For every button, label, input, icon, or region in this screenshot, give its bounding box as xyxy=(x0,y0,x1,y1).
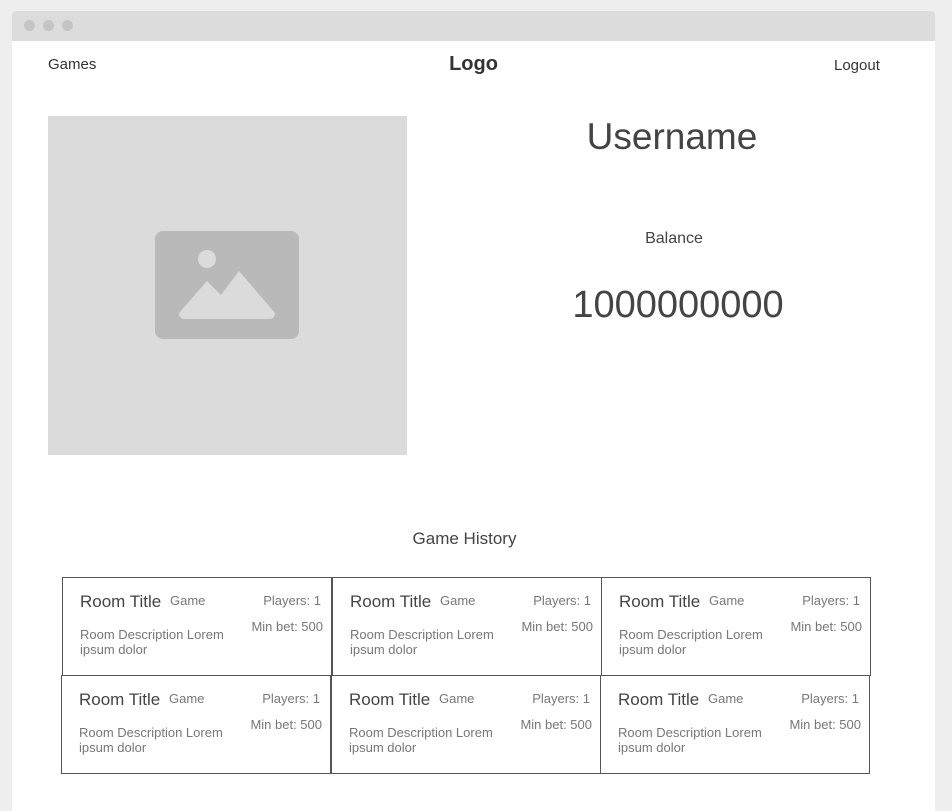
room-card[interactable]: Room Title Game Players: 1 Min bet: 500 … xyxy=(332,577,602,676)
room-game: Game xyxy=(708,691,744,706)
room-min-bet: Min bet: 500 xyxy=(521,619,593,634)
window-maximize-dot[interactable] xyxy=(62,20,73,31)
window-titlebar xyxy=(12,11,935,41)
room-game: Game xyxy=(439,691,475,706)
room-card[interactable]: Room Title Game Players: 1 Min bet: 500 … xyxy=(331,675,601,774)
room-min-bet: Min bet: 500 xyxy=(250,717,322,732)
room-min-bet: Min bet: 500 xyxy=(789,717,861,732)
site-logo[interactable]: Logo xyxy=(12,53,935,76)
profile-avatar xyxy=(48,116,407,455)
window-minimize-dot[interactable] xyxy=(43,20,54,31)
room-min-bet: Min bet: 500 xyxy=(520,717,592,732)
room-game: Game xyxy=(709,593,745,608)
balance-value: 1000000000 xyxy=(572,284,784,326)
image-placeholder-icon xyxy=(155,231,299,339)
room-title: Room Title xyxy=(618,690,700,709)
room-description: Room Description Lorem ipsum dolor xyxy=(350,627,494,657)
room-players: Players: 1 xyxy=(802,593,860,608)
room-title: Room Title xyxy=(350,592,432,611)
room-card[interactable]: Room Title Game Players: 1 Min bet: 500 … xyxy=(61,675,331,774)
room-card[interactable]: Room Title Game Players: 1 Min bet: 500 … xyxy=(600,675,870,774)
room-min-bet: Min bet: 500 xyxy=(251,619,323,634)
game-history-heading: Game History xyxy=(412,529,517,548)
room-game: Game xyxy=(440,593,476,608)
room-title: Room Title xyxy=(79,690,161,709)
room-min-bet: Min bet: 500 xyxy=(790,619,862,634)
room-players: Players: 1 xyxy=(533,593,591,608)
room-card[interactable]: Room Title Game Players: 1 Min bet: 500 … xyxy=(62,577,332,676)
room-game: Game xyxy=(169,691,205,706)
balance-label: Balance xyxy=(645,230,703,247)
window-close-dot[interactable] xyxy=(24,20,35,31)
room-game: Game xyxy=(170,593,206,608)
room-title: Room Title xyxy=(619,592,701,611)
room-card[interactable]: Room Title Game Players: 1 Min bet: 500 … xyxy=(601,577,871,676)
browser-window: Games Logo Logout Username Balance 10000… xyxy=(12,11,935,811)
room-description: Room Description Lorem ipsum dolor xyxy=(80,627,224,657)
room-players: Players: 1 xyxy=(263,593,321,608)
room-players: Players: 1 xyxy=(801,691,859,706)
room-description: Room Description Lorem ipsum dolor xyxy=(618,725,762,755)
room-description: Room Description Lorem ipsum dolor xyxy=(349,725,493,755)
room-title: Room Title xyxy=(80,592,162,611)
logout-link[interactable]: Logout xyxy=(834,57,880,74)
username-heading: Username xyxy=(586,116,758,157)
room-description: Room Description Lorem ipsum dolor xyxy=(79,725,223,755)
room-players: Players: 1 xyxy=(262,691,320,706)
room-players: Players: 1 xyxy=(532,691,590,706)
room-title: Room Title xyxy=(349,690,431,709)
room-description: Room Description Lorem ipsum dolor xyxy=(619,627,763,657)
